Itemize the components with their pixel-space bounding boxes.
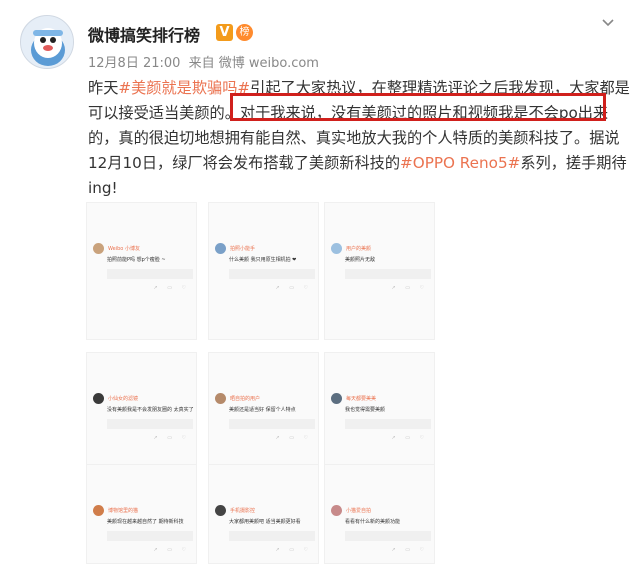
user-avatar[interactable] — [20, 15, 74, 69]
comment-text: 看看有什么新的美颜功能 — [345, 519, 401, 525]
username[interactable]: 微博搞笑排行榜 — [88, 22, 200, 46]
post-line-5: ing! — [88, 179, 118, 197]
comment-avatar — [215, 393, 226, 404]
comment-actions-icon[interactable]: ↗ ▭ ♡ — [153, 547, 190, 553]
comment-screenshot[interactable]: 博物馆里的猫美颜现在越来越自然了 期待新科技 ↗ ▭ ♡ — [86, 464, 197, 564]
avatar-illustration — [21, 16, 73, 68]
post-line-3: 的，真的很迫切地想拥有能自然、真实地放大我的个人特质的美颜科技了。据说 — [88, 129, 620, 147]
rank-badge-icon: 榜 — [236, 24, 253, 41]
comment-header: 博物馆里的猫 — [93, 505, 138, 516]
comment-header: 晒自拍的用户 — [215, 393, 260, 404]
post-text: 12月10日，绿厂将会发布搭载了美颜新科技的 — [88, 154, 401, 172]
comment-actions-icon[interactable]: ↗ ▭ ♡ — [153, 435, 190, 441]
comment-header: 每天都要美美 — [331, 393, 376, 404]
comment-reply — [229, 269, 315, 279]
comment-header: 用户的美颜 — [331, 243, 371, 254]
post-line-4: 12月10日，绿厂将会发布搭载了美颜新科技的#OPPO Reno5#系列，搓手期… — [88, 151, 636, 176]
comment-reply — [345, 269, 431, 279]
comment-text: 美颜现在越来越自然了 期待新科技 — [107, 519, 184, 525]
weibo-post: 微博搞笑排行榜 V 榜 12月8日 21:00 来自 微博 weibo.com … — [0, 0, 640, 565]
comment-actions-icon[interactable]: ↗ ▭ ♡ — [391, 547, 428, 553]
comment-text: 美颜照片无敌 — [345, 257, 376, 263]
comment-reply — [229, 419, 315, 429]
comment-username: 每天都要美美 — [346, 396, 377, 402]
comment-username: 拍照小能手 — [230, 246, 256, 252]
post-source[interactable]: 微博 weibo.com — [219, 56, 319, 71]
comment-avatar — [331, 393, 342, 404]
comment-text: 拍照前能P吗 想p个瘦脸 ~ — [107, 257, 166, 263]
post-line-1: 昨天#美颜就是欺骗吗#引起了大家热议，在整理精选评论之后我发现，大家都是 — [88, 76, 636, 101]
comment-header: 小仙女的滤镜 — [93, 393, 138, 404]
comment-avatar — [215, 243, 226, 254]
comment-avatar — [93, 505, 104, 516]
comment-header: 手机摄影控 — [215, 505, 255, 516]
comment-reply — [107, 269, 193, 279]
comment-actions-icon[interactable]: ↗ ▭ ♡ — [391, 285, 428, 291]
post-text-highlighted: 对于我来说，没有美颜过的照片和视频我是不会po出来 — [239, 104, 609, 122]
comment-header: 拍照小能手 — [215, 243, 255, 254]
post-content: 昨天#美颜就是欺骗吗#引起了大家热议，在整理精选评论之后我发现，大家都是 可以接… — [88, 76, 636, 201]
chevron-down-icon[interactable] — [598, 16, 618, 36]
post-line-2: 可以接受适当美颜的。对于我来说，没有美颜过的照片和视频我是不会po出来 — [88, 101, 636, 126]
comment-avatar — [331, 243, 342, 254]
comment-screenshot[interactable]: 小猫爱自拍看看有什么新的美颜功能 ↗ ▭ ♡ — [324, 464, 435, 564]
comment-username: 小仙女的滤镜 — [108, 396, 139, 402]
comment-actions-icon[interactable]: ↗ ▭ ♡ — [275, 435, 312, 441]
comment-actions-icon[interactable]: ↗ ▭ ♡ — [153, 285, 190, 291]
comment-reply — [107, 419, 193, 429]
hashtag-link[interactable]: #OPPO Reno5# — [400, 154, 520, 172]
post-meta: 12月8日 21:00 来自 微博 weibo.com — [88, 52, 319, 71]
comment-text: 我也觉得需要美颜 — [345, 407, 386, 413]
comment-avatar — [93, 393, 104, 404]
comment-reply — [345, 419, 431, 429]
post-text: 可以接受适当美颜的。 — [88, 104, 240, 122]
comment-reply — [345, 531, 431, 541]
comment-header: 小猫爱自拍 — [331, 505, 371, 516]
comment-screenshot[interactable]: 拍照小能手什么美颜 我只用原生相机拍 ❤ ↗ ▭ ♡ — [208, 202, 319, 340]
post-text: 系列，搓手期待 — [520, 154, 627, 172]
post-time[interactable]: 12月8日 21:00 — [88, 56, 180, 71]
image-grid: Weibo 小博友 拍照前能P吗 想p个瘦脸 ~ ↗ ▭ ♡ 拍照小能手 什么美颜 我只… — [86, 202, 554, 565]
comment-screenshot[interactable]: 手机摄影控大家都用美颜吧 适当美颜更好看 ↗ ▭ ♡ — [208, 464, 319, 564]
comment-avatar — [215, 505, 226, 516]
comment-text: 美颜还是适当好 保留个人特点 — [229, 407, 296, 413]
comment-username: Weibo 小博友 — [108, 246, 140, 252]
comment-actions-icon[interactable]: ↗ ▭ ♡ — [275, 547, 312, 553]
comment-screenshot[interactable]: 用户的美颜美颜照片无敌 ↗ ▭ ♡ — [324, 202, 435, 340]
comment-actions-icon[interactable]: ↗ ▭ ♡ — [275, 285, 312, 291]
post-text: 昨天 — [88, 79, 119, 97]
comment-username: 用户的美颜 — [346, 246, 372, 252]
comment-username: 小猫爱自拍 — [346, 508, 372, 514]
comment-avatar — [93, 243, 104, 254]
comment-username: 晒自拍的用户 — [230, 396, 261, 402]
hashtag-link[interactable]: #美颜就是欺骗吗# — [118, 79, 250, 97]
comment-reply — [107, 531, 193, 541]
comment-text: 没有美颜我是不会发朋友圈的 太真实了 — [107, 407, 194, 413]
comment-username: 博物馆里的猫 — [108, 508, 139, 514]
comment-screenshot[interactable]: Weibo 小博友拍照前能P吗 想p个瘦脸 ~ ↗ ▭ ♡ — [86, 202, 197, 340]
post-text: 引起了大家热议，在整理精选评论之后我发现，大家都是 — [250, 79, 630, 97]
comment-actions-icon[interactable]: ↗ ▭ ♡ — [391, 435, 428, 441]
verified-badge-icon: V — [216, 24, 233, 41]
source-prefix: 来自 — [188, 56, 215, 71]
comment-avatar — [331, 505, 342, 516]
comment-text: 大家都用美颜吧 适当美颜更好看 — [229, 519, 301, 525]
comment-text: 什么美颜 我只用原生相机拍 ❤ — [229, 257, 297, 263]
comment-username: 手机摄影控 — [230, 508, 256, 514]
comment-reply — [229, 531, 315, 541]
comment-header: Weibo 小博友 — [93, 243, 140, 254]
